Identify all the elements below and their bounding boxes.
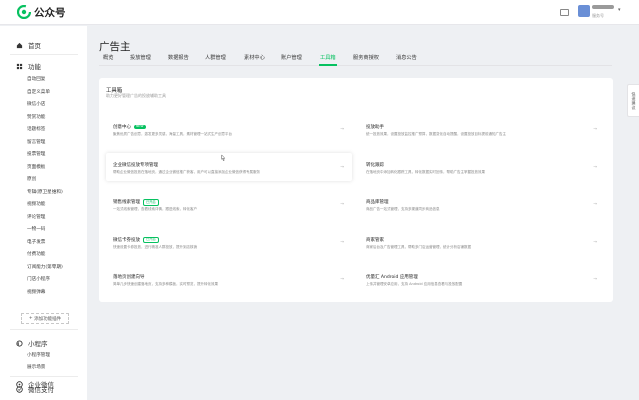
sidebar-subitem[interactable]: 订阅能力(第零期) (27, 264, 63, 270)
tab-item[interactable]: 素材中心 (244, 54, 265, 61)
status-badge: 已开启 (143, 199, 159, 206)
tool-item[interactable]: 商家管家 商家后台及广告管理工具，帮助多门店运营管理，统计分析店铺数据 → (359, 228, 605, 256)
sidebar-miniprogram-subitem[interactable]: 小程序管理 (27, 352, 50, 358)
tool-description: 在落地页中添加转化跟踪工具，转化数据实时回传，帮助广告主掌握投放效果 (366, 169, 485, 174)
avatar[interactable] (578, 5, 590, 17)
arrow-right-icon: → (593, 239, 597, 245)
tab-item[interactable]: 数据报告 (168, 54, 189, 61)
arrow-right-icon: → (340, 202, 344, 207)
tool-item[interactable]: 落地页创建向导简单几步快速创建落地页，支持多种模板，实时预览，提升转化效果 → (106, 265, 352, 293)
grid-icon (16, 63, 23, 69)
sidebar-subitem[interactable]: 评论管理 (27, 214, 45, 220)
arrow-right-icon: → (593, 164, 597, 170)
tab-item[interactable]: 投放管理 (130, 54, 151, 61)
sidebar-subitem[interactable]: 付费功能 (27, 251, 45, 257)
wechat-logo-icon (17, 5, 31, 19)
sidebar-item-enterprise-wechat[interactable]: 企业微信 (16, 379, 54, 389)
sidebar-miniprogram-subitem[interactable]: 展示场景 (27, 364, 45, 370)
mouse-cursor-icon (221, 154, 226, 161)
sidebar-subitem[interactable]: 原创 (27, 176, 36, 182)
sidebar-subitem[interactable]: 视频功能 (27, 201, 45, 207)
tool-item[interactable]: 商品库管理商品广告一站式管理，支持多渠道同步商品信息 → (359, 190, 605, 218)
sidebar-subitem[interactable]: 投票管理 (27, 151, 45, 157)
tool-description: 快速设置卡券投放，进行精准人群投放，提升到店核销 (113, 244, 197, 249)
arrow-right-icon: → (340, 277, 344, 282)
active-tab-indicator (319, 64, 337, 66)
tab-bar: 概览 投放管理 数据报告 人群管理 素材中心 账户管理 工具箱 服务商授权 消息公告 (99, 52, 612, 66)
tab-item[interactable]: 消息公告 (396, 54, 417, 61)
tool-item[interactable]: 优量汇 Android 应用管理上传并管理安卓应用，支持 Android 应用信… (359, 265, 605, 293)
tool-item[interactable]: 企业微信投放专项管理 帮助企业微信投放在落地页，通过企业微信推广获客，用户可以直接… (106, 152, 352, 181)
tool-description: 一站式线索管理，查看线索详情，跟进线索，转化客户 (113, 207, 197, 211)
sidebar-subitem[interactable]: 电子发票 (27, 239, 45, 245)
toolbox-description: 助力更好管理广告的投放辅助工具 (106, 93, 166, 98)
arrow-right-icon: → (340, 239, 344, 245)
status-badge: NEW (134, 124, 146, 130)
sidebar-subitem[interactable]: 页面模板 (27, 164, 45, 170)
sidebar-subitem[interactable]: 赞赏功能 (27, 114, 45, 120)
sidebar-subitem[interactable]: 门店小程序 (27, 276, 50, 282)
tool-description: 商家后台及广告管理工具，帮助多门店运营管理，统计分析店铺数据 (366, 244, 471, 249)
sidebar-subitem[interactable]: 一物一码 (27, 226, 45, 232)
sidebar-subitem[interactable]: 自定义菜单 (27, 89, 50, 95)
tool-description: 商品广告一站式管理，支持多渠道同步商品信息 (366, 207, 440, 211)
sidebar: 首页 功能 + 添加功能插件 小程序 微信支付 自动回复 自定义菜单 微信小店 赞赏功… (0, 26, 87, 400)
toolbox-card: 工具箱 助力更好管理广告的投放辅助工具 创意中心 NEW 聚焦优质广告创意，激发更多… (99, 78, 613, 302)
tool-name: 优量汇 Android 应用管理 (366, 275, 418, 280)
arrow-right-icon: → (340, 164, 344, 170)
home-icon (16, 42, 23, 48)
quick-feedback-button[interactable]: 快速建议 (627, 84, 639, 117)
arrow-right-icon: → (593, 202, 597, 207)
sidebar-subitem[interactable]: 视频弹幕 (27, 289, 45, 295)
tab-item[interactable]: 人群管理 (205, 54, 226, 61)
tab-item[interactable]: 工具箱 (320, 54, 336, 61)
mail-icon[interactable] (560, 9, 569, 16)
tool-name: 商家管家 (366, 237, 384, 243)
tool-name: 企业微信投放专项管理 (113, 162, 158, 168)
chevron-down-icon[interactable]: ▾ (618, 7, 621, 13)
tool-name: 转化跟踪 (366, 162, 384, 168)
tool-description: 简单几步快速创建落地页，支持多种模板，实时预览，提升转化效果 (113, 282, 218, 286)
sidebar-subitem[interactable]: 自动回复 (27, 76, 45, 82)
sidebar-section-miniprogram[interactable]: 小程序 (16, 338, 48, 348)
arrow-right-icon: → (593, 127, 597, 132)
app-name: 公众号 (34, 7, 66, 19)
sidebar-subitem[interactable]: 话题标签 (27, 126, 45, 132)
sidebar-item-home[interactable]: 首页 (16, 40, 41, 50)
tool-name: 创意中心 NEW (113, 124, 146, 130)
top-bar: 公众号 服务号 ▾ (0, 0, 639, 25)
tool-item[interactable]: 微信卡券投放 已开启 快速设置卡券投放，进行精准人群投放，提升到店核销 → (106, 228, 352, 256)
sidebar-subitem[interactable]: 微信小店 (27, 101, 45, 107)
tool-description: 帮助企业微信投放在落地页，通过企业微信推广获客，用户可以直接添加企业微信获得专属… (113, 169, 260, 174)
tab-item[interactable]: 服务商授权 (353, 54, 379, 61)
tool-item[interactable]: 投放助手统一投放效果，设置投放监控推广预算，数据变化自动提醒，设置投放目标提前通… (359, 115, 605, 143)
tool-name: 微信卡券投放 已开启 (113, 236, 159, 244)
tab-item[interactable]: 概览 (103, 54, 113, 61)
sidebar-subitem[interactable]: 专辑(原卫星维和) (27, 189, 63, 195)
tab-item[interactable]: 账户管理 (281, 54, 302, 61)
arrow-right-icon: → (340, 127, 344, 132)
arrow-right-icon: → (593, 277, 597, 282)
tool-name: 投放助手 (366, 125, 384, 130)
miniprogram-icon (16, 339, 23, 347)
add-plugin-button[interactable]: + 添加功能插件 (21, 313, 69, 324)
tool-name: 商品库管理 (366, 200, 389, 205)
tool-description: 上传并管理安卓应用，支持 Android 应用信息查看与投放配置 (366, 282, 463, 286)
sidebar-section-functions[interactable]: 功能 (16, 61, 41, 71)
tool-description: 聚焦优质广告创意，激发更多灵感，海量工具，素材管理一站式生产创意平台 (113, 132, 232, 136)
tool-item[interactable]: 创意中心 NEW 聚焦优质广告创意，激发更多灵感，海量工具，素材管理一站式生产创意平… (106, 115, 352, 143)
tool-description: 统一投放效果，设置投放监控推广预算，数据变化自动提醒，设置投放目标提前通知广告主 (366, 132, 506, 136)
tool-name: 销售线索管理 已开启 (113, 199, 159, 206)
account-name[interactable] (592, 5, 614, 9)
tool-name: 落地页创建向导 (113, 275, 145, 280)
tool-item[interactable]: 销售线索管理 已开启 一站式线索管理，查看线索详情，跟进线索，转化客户 → (106, 190, 352, 218)
sidebar-subitem[interactable]: 留言管理 (27, 139, 45, 145)
status-badge: 已开启 (143, 236, 159, 244)
enterprise-wechat-icon (16, 380, 23, 388)
tool-item[interactable]: 转化跟踪 在落地页中添加转化跟踪工具，转化数据实时回传，帮助广告主掌握投放效果 → (359, 153, 605, 181)
account-type: 服务号 (592, 13, 604, 18)
